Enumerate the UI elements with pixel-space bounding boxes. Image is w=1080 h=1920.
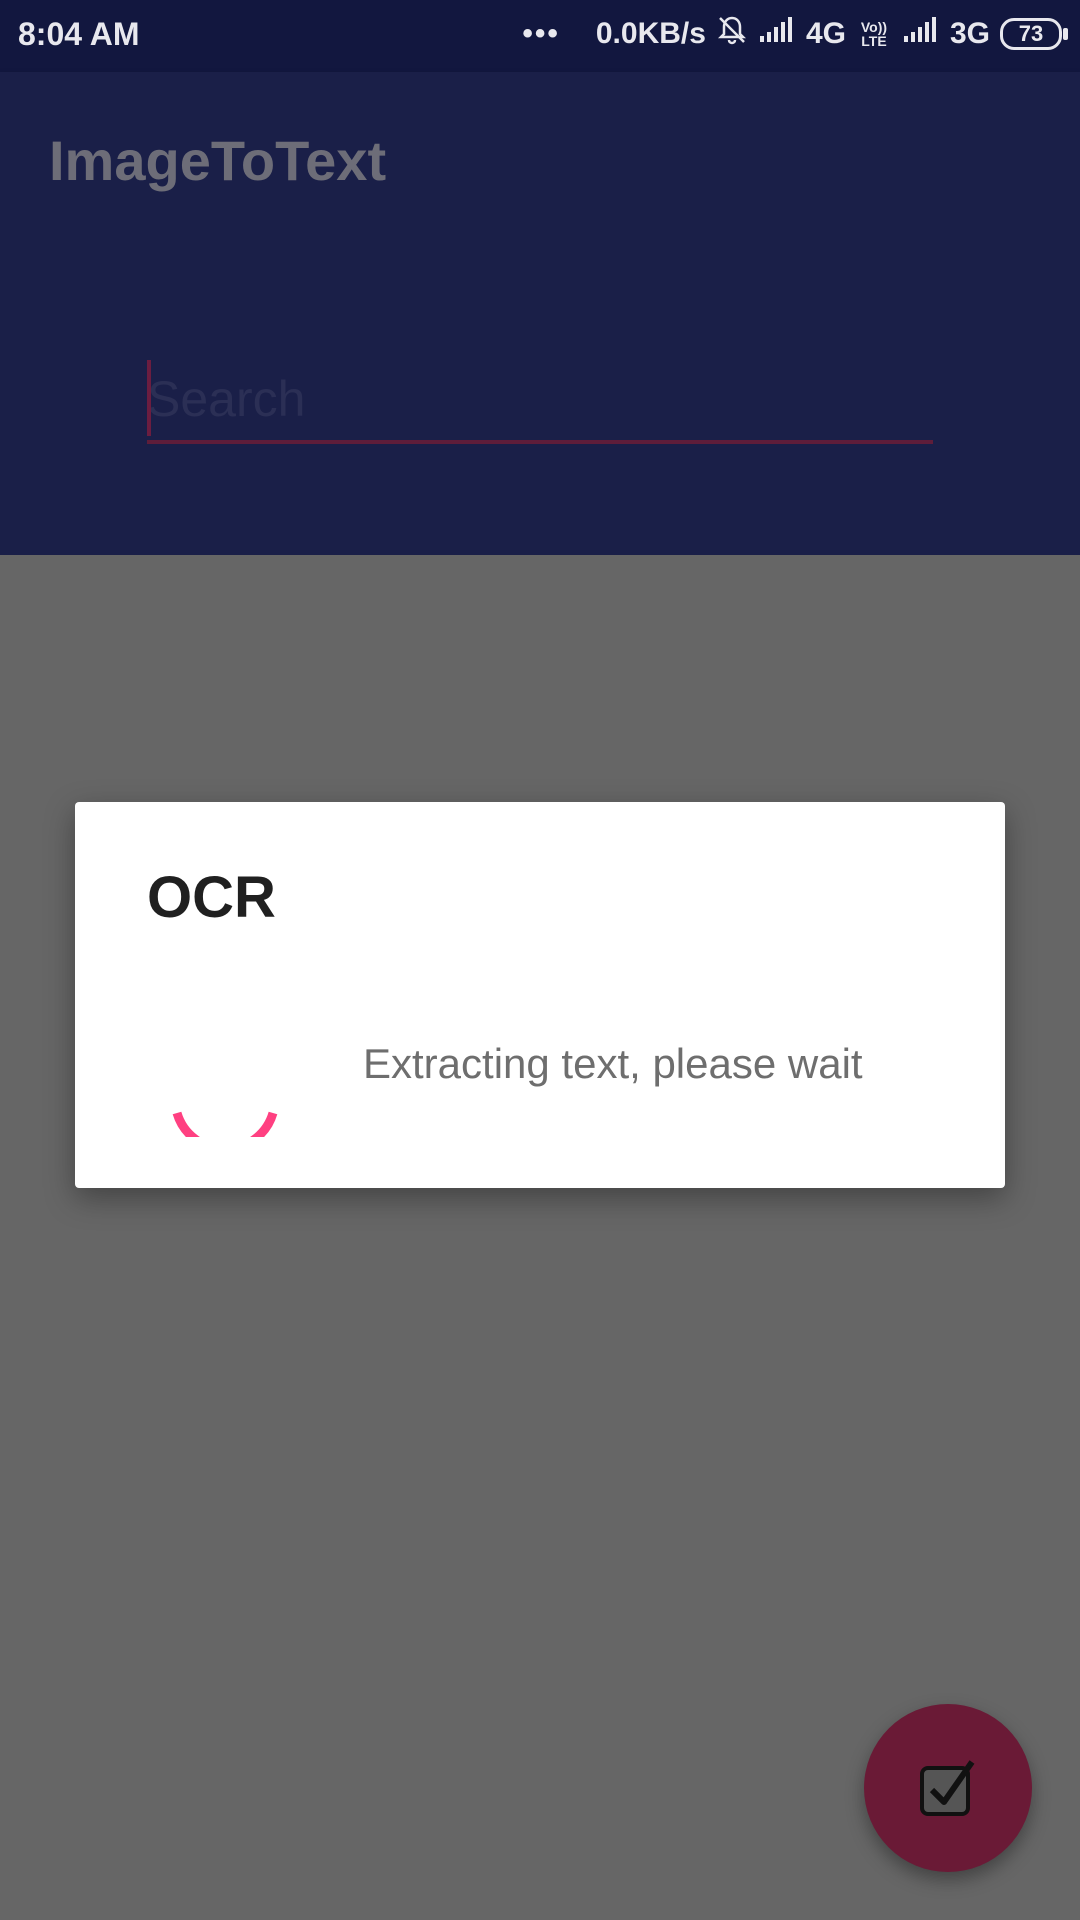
status-time: 8:04 AM — [18, 16, 140, 52]
network-type-2: 3G — [949, 17, 990, 50]
text-cursor — [147, 360, 151, 436]
signal-icon — [902, 16, 940, 52]
bell-off-icon — [716, 14, 748, 54]
more-notifications-indicator: ••• — [522, 17, 560, 50]
progress-dialog: OCR Extracting text, please wait — [75, 802, 1005, 1188]
battery-icon: 73 — [1000, 18, 1068, 50]
status-icons: ••• 0.0KB/s 4G Vo)) LTE 3G 73 — [522, 14, 1068, 54]
volte-indicator: Vo)) LTE — [860, 19, 888, 49]
signal-icon — [758, 16, 796, 52]
battery-level: 73 — [1018, 21, 1044, 46]
search-area — [0, 240, 1080, 555]
loading-spinner-icon — [172, 1111, 278, 1137]
search-input[interactable] — [147, 358, 933, 444]
status-bar: 8:04 AM ••• 0.0KB/s 4G Vo)) LTE 3G 73 — [0, 0, 1080, 72]
network-type-1: 4G — [805, 17, 846, 50]
confirm-fab-button[interactable] — [864, 1704, 1032, 1872]
app-bar: ImageToText — [0, 72, 1080, 240]
network-speed: 0.0KB/s — [595, 17, 706, 50]
dialog-title: OCR — [147, 865, 276, 930]
dialog-message: Extracting text, please wait — [363, 1040, 863, 1087]
checkbox-checked-icon — [920, 1760, 975, 1816]
app-title: ImageToText — [49, 129, 387, 192]
